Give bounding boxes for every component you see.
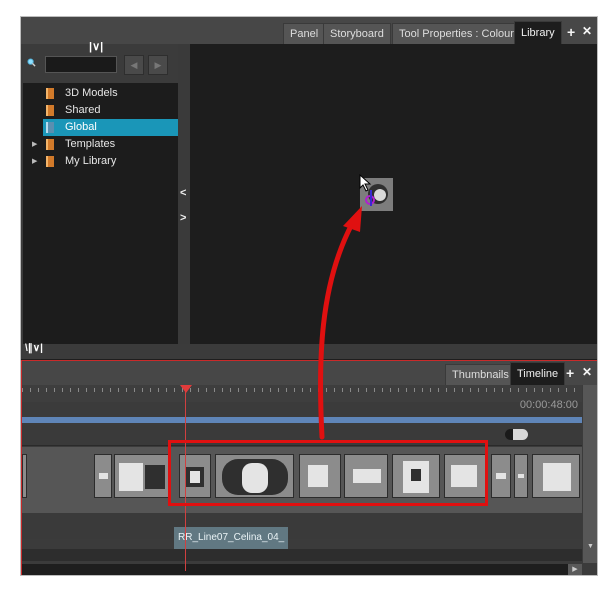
tab-tool-properties-colour[interactable]: Tool Properties : Colour: [392, 23, 521, 44]
chevron-down-icon[interactable]: \∥∨|: [25, 343, 43, 354]
forward-button[interactable]: ▶: [148, 55, 168, 75]
back-button[interactable]: ◀: [124, 55, 144, 75]
scene-range-bar: [22, 417, 582, 423]
shot-thumbnail[interactable]: [22, 454, 27, 498]
selection-highlight-box: [168, 440, 488, 506]
add-tab-icon[interactable]: +: [567, 24, 575, 40]
selection-highlight: [43, 119, 180, 136]
tab-thumbnails[interactable]: Thumbnails: [445, 364, 516, 385]
track-toggle[interactable]: [505, 429, 528, 440]
tab-timeline[interactable]: Timeline: [510, 362, 566, 386]
mouse-cursor-icon: [359, 174, 372, 192]
tree-item-label: Shared: [65, 104, 101, 116]
horizontal-scrollbar[interactable]: ▶: [22, 564, 582, 575]
chevron-left-icon[interactable]: <: [180, 187, 186, 199]
bottom-track: [22, 549, 582, 561]
playhead-marker[interactable]: [180, 385, 192, 393]
pane-divider[interactable]: \∥∨|: [21, 343, 597, 359]
search-input[interactable]: [45, 56, 117, 73]
close-tab-icon[interactable]: ✕: [582, 24, 592, 38]
tab-panel[interactable]: Panel: [283, 23, 326, 44]
folder-icon: [46, 105, 54, 116]
shot-thumbnail[interactable]: [532, 454, 580, 498]
clip-label[interactable]: RR_Line07_Celina_04_: [174, 527, 289, 549]
expand-arrow-icon[interactable]: ▶: [32, 153, 37, 170]
close-tab-icon[interactable]: ✕: [582, 365, 592, 379]
tree-item-templates[interactable]: ▶ Templates: [23, 136, 178, 153]
lower-track: [22, 513, 582, 539]
chevron-right-icon[interactable]: >: [180, 212, 186, 224]
panel-splitter[interactable]: < >: [178, 44, 190, 344]
folder-icon: [46, 88, 54, 99]
library-sidebar: |∨| ◀ ▶ 3D Models Shared Global ▶ Templa…: [21, 41, 180, 344]
tree-item-label: 3D Models: [65, 87, 118, 99]
tree-item-label: Templates: [65, 138, 116, 150]
folder-icon: [46, 156, 54, 167]
folder-icon: [46, 139, 54, 150]
shot-thumbnail[interactable]: [94, 454, 112, 498]
tree-item-label: My Library: [65, 155, 117, 167]
chevron-down-icon[interactable]: |∨|: [89, 40, 103, 53]
tab-storyboard[interactable]: Storyboard: [323, 23, 391, 44]
timeline-tab-bar: Thumbnails Timeline + ✕: [22, 361, 597, 386]
library-tab-bar: Panel Storyboard Tool Properties : Colou…: [21, 17, 597, 45]
scroll-down-icon[interactable]: ▼: [583, 543, 597, 553]
tree-item-global[interactable]: Global: [23, 119, 180, 136]
scroll-right-icon[interactable]: ▶: [568, 564, 582, 575]
search-icon: [27, 58, 36, 67]
time-ruler[interactable]: [22, 385, 582, 402]
library-tree: 3D Models Shared Global ▶ Templates ▶ My…: [23, 83, 180, 344]
expand-arrow-icon[interactable]: ▶: [32, 136, 37, 153]
shot-thumbnail[interactable]: [514, 454, 528, 498]
library-content-area[interactable]: [190, 44, 597, 344]
shot-thumbnail[interactable]: [491, 454, 511, 498]
tree-item-3d-models[interactable]: 3D Models: [23, 85, 178, 102]
tree-item-my-library[interactable]: ▶ My Library: [23, 153, 178, 170]
tree-item-label: Global: [65, 121, 97, 133]
add-tab-icon[interactable]: +: [566, 365, 574, 381]
folder-icon: [46, 122, 54, 133]
time-readout: 00:00:48:00: [519, 399, 578, 411]
shot-thumbnail[interactable]: [114, 454, 170, 498]
tree-item-shared[interactable]: Shared: [23, 102, 178, 119]
vertical-scrollbar[interactable]: ▼: [583, 385, 597, 563]
tab-library[interactable]: Library: [514, 21, 562, 45]
